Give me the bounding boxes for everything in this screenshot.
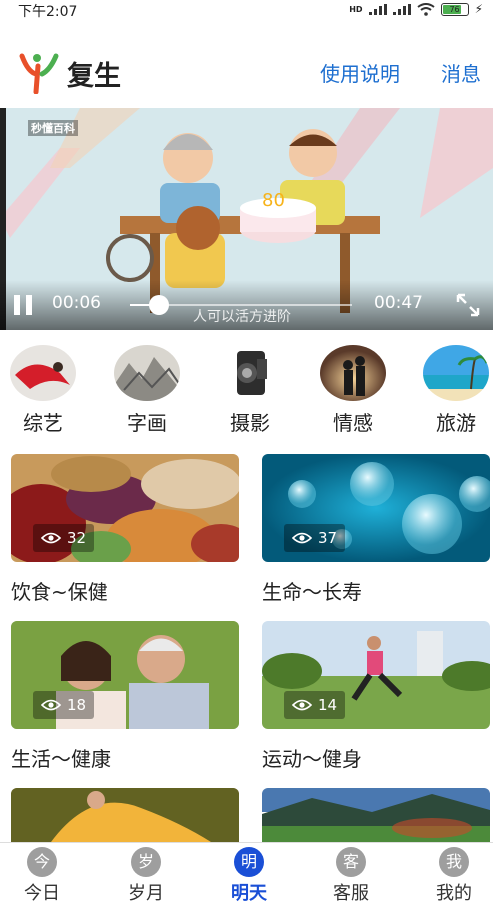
card-image (11, 788, 239, 842)
svg-text:80: 80 (262, 190, 285, 211)
card-title: 生活～健康 (11, 747, 111, 771)
mine-icon: 我 (439, 847, 469, 877)
eye-icon (292, 699, 312, 711)
signal-icon-2 (392, 3, 411, 15)
category-photography[interactable]: 摄影 (210, 345, 290, 436)
tab-service[interactable]: 客 客服 (316, 847, 386, 905)
app-title: 复生 (67, 61, 121, 92)
category-travel-image (423, 345, 489, 401)
category-emotion[interactable]: 情感 (313, 345, 393, 436)
tab-label: 明天 (231, 883, 267, 904)
category-variety[interactable]: 综艺 (3, 345, 83, 436)
status-icons: HD 76 ⚡ (349, 2, 483, 16)
card-image: 14 (262, 621, 490, 729)
tomorrow-icon: 明 (234, 847, 264, 877)
tab-label: 我的 (436, 883, 472, 904)
category-travel[interactable]: 旅游 (416, 345, 493, 436)
tab-label: 客服 (333, 883, 369, 904)
tab-years[interactable]: 岁 岁月 (111, 847, 181, 905)
app-header: 复生 使用说明 消息 (0, 40, 493, 100)
view-count-badge: 18 (33, 691, 95, 719)
content-card-partial[interactable] (262, 788, 490, 842)
status-bar: 下午2:07 HD 76 ⚡ (0, 0, 493, 22)
fullscreen-icon[interactable] (455, 292, 481, 318)
category-photography-image (217, 345, 283, 401)
category-row: 综艺 字画 摄影 情感 旅游 (0, 345, 493, 440)
video-watermark: 秒懂百科 (28, 120, 78, 136)
card-title: 饮食~保健 (11, 580, 108, 604)
battery-icon: 76 (440, 2, 469, 16)
messages-link[interactable]: 消息 (441, 58, 481, 87)
tab-label: 岁月 (128, 883, 164, 904)
category-emotion-image (320, 345, 386, 401)
category-label: 摄影 (230, 411, 270, 435)
view-count: 37 (318, 529, 338, 547)
category-painting-image (114, 345, 180, 401)
eye-icon (41, 699, 61, 711)
tab-mine[interactable]: 我 我的 (419, 847, 489, 905)
status-time: 下午2:07 (18, 4, 78, 20)
tab-today[interactable]: 今 今日 (7, 847, 77, 905)
card-image: 32 (11, 454, 239, 562)
content-card[interactable]: 32 饮食~保健 (11, 454, 239, 605)
view-count: 14 (318, 696, 338, 714)
card-title: 运动～健身 (262, 747, 362, 771)
tab-tomorrow[interactable]: 明 明天 (214, 847, 284, 905)
category-label: 综艺 (23, 411, 63, 435)
wifi-icon (416, 2, 435, 16)
video-player[interactable]: 80 秒懂百科 00:06 人可以活方进阶 00:47 (0, 108, 493, 330)
view-count-badge: 32 (33, 524, 95, 552)
view-count-badge: 14 (284, 691, 346, 719)
app-logo-icon (19, 53, 59, 94)
category-variety-image (10, 345, 76, 401)
category-label: 字画 (127, 411, 167, 435)
content-card[interactable]: 37 生命～长寿 (262, 454, 490, 605)
hd-badge: HD (349, 4, 363, 14)
content-card[interactable]: 18 生活～健康 (11, 621, 239, 772)
manual-link[interactable]: 使用说明 (320, 58, 400, 87)
video-subtitle: 人可以活方进阶 (193, 309, 291, 325)
category-label: 旅游 (436, 411, 476, 435)
content-card[interactable]: 14 运动～健身 (262, 621, 490, 772)
charging-icon: ⚡ (474, 2, 483, 16)
video-duration: 00:47 (374, 293, 423, 313)
eye-icon (292, 532, 312, 544)
bottom-tab-bar: 今 今日 岁 岁月 明 明天 客 客服 我 我的 (0, 842, 493, 909)
today-icon: 今 (27, 847, 57, 877)
card-image (262, 788, 490, 842)
pause-icon[interactable] (12, 295, 34, 315)
category-painting[interactable]: 字画 (107, 345, 187, 436)
tab-label: 今日 (24, 883, 60, 904)
video-current-time: 00:06 (52, 293, 101, 313)
card-title: 生命～长寿 (262, 580, 362, 604)
eye-icon (41, 532, 61, 544)
video-seek-handle[interactable] (148, 295, 169, 315)
content-card-partial[interactable] (11, 788, 239, 842)
card-image: 18 (11, 621, 239, 729)
service-icon: 客 (336, 847, 366, 877)
category-label: 情感 (333, 411, 373, 435)
card-image: 37 (262, 454, 490, 562)
signal-icon (368, 3, 387, 15)
view-count-badge: 37 (284, 524, 346, 552)
view-count: 18 (67, 696, 87, 714)
years-icon: 岁 (131, 847, 161, 877)
view-count: 32 (67, 529, 87, 547)
